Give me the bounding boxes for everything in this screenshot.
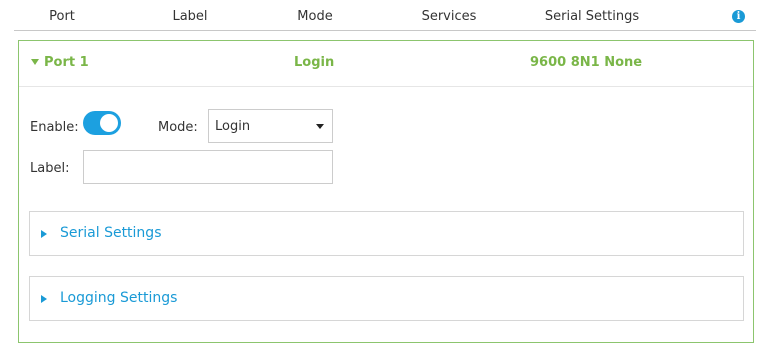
chevron-down-icon bbox=[316, 124, 324, 129]
port-serial-settings: 9600 8N1 None bbox=[530, 55, 643, 70]
mode-label: Mode: bbox=[158, 120, 198, 135]
column-header-services: Services bbox=[421, 9, 477, 24]
toggle-knob bbox=[100, 114, 118, 132]
logging-settings-title: Logging Settings bbox=[60, 290, 178, 306]
column-header-serial-settings: Serial Settings bbox=[544, 9, 640, 24]
serial-settings-title: Serial Settings bbox=[60, 225, 162, 241]
column-header-label: Label bbox=[172, 9, 208, 24]
mode-select[interactable]: Login bbox=[208, 109, 333, 143]
port-mode: Login bbox=[294, 55, 335, 70]
label-field-label: Label: bbox=[30, 161, 70, 176]
port-table-header: Port Label Mode Services Serial Settings… bbox=[14, 0, 756, 31]
port-panel: Port 1 Login 9600 8N1 None Enable: Mode:… bbox=[18, 40, 754, 343]
serial-settings-section[interactable]: Serial Settings bbox=[29, 211, 744, 256]
logging-settings-section[interactable]: Logging Settings bbox=[29, 276, 744, 321]
enable-toggle[interactable] bbox=[83, 111, 121, 135]
enable-label: Enable: bbox=[30, 120, 79, 135]
chevron-right-icon bbox=[41, 295, 47, 303]
chevron-down-icon bbox=[31, 59, 39, 65]
column-header-mode: Mode bbox=[297, 9, 333, 24]
port-name: Port 1 bbox=[44, 55, 89, 70]
chevron-right-icon bbox=[41, 230, 47, 238]
column-header-port: Port bbox=[49, 9, 75, 24]
port-summary-row[interactable]: Port 1 Login 9600 8N1 None bbox=[19, 41, 753, 87]
label-input[interactable] bbox=[83, 150, 333, 184]
mode-select-value: Login bbox=[215, 119, 251, 134]
info-icon[interactable]: i bbox=[732, 10, 745, 23]
